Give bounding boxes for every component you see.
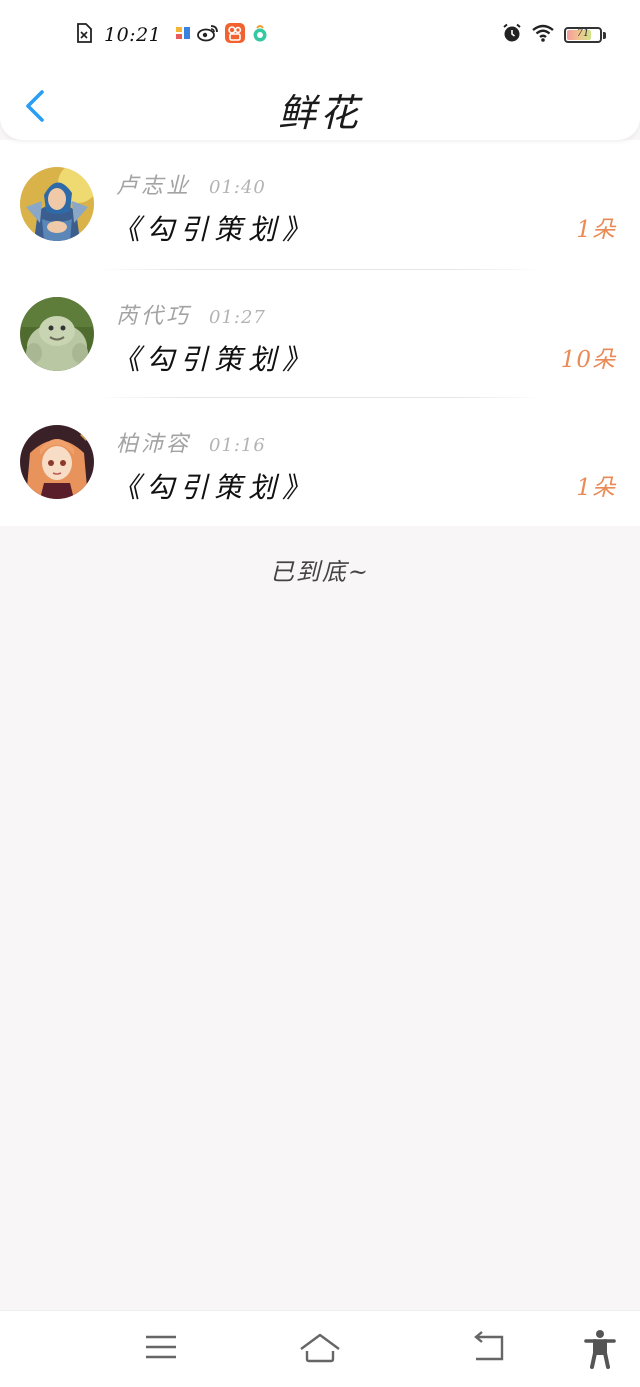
- list-item[interactable]: 芮代巧 01:27 《勾引策划》 10朵: [0, 270, 640, 398]
- item-title: 《勾引策划》: [112, 471, 317, 504]
- flower-count: 10朵: [560, 347, 616, 373]
- app-header: 10:21 71 鲜花: [0, 0, 640, 140]
- flower-list: 卢志业 01:40 《勾引策划》 1朵 芮代巧 01:27 《勾引策划》 10朵…: [0, 140, 640, 526]
- status-bar-right: 71: [502, 23, 606, 47]
- flower-count: 1朵: [576, 217, 616, 243]
- item-time: 01:40: [209, 177, 266, 198]
- pinduoduo-icon: [251, 23, 269, 47]
- battery-level-text: 71: [576, 28, 590, 39]
- sender-name: 柏沛容: [116, 432, 192, 457]
- avatar-anime-girl[interactable]: [20, 425, 94, 499]
- item-time: 01:27: [209, 307, 266, 328]
- item-title: 《勾引策划》: [112, 213, 317, 246]
- system-nav-bar: [0, 1310, 640, 1387]
- status-bar-left: 10:21: [76, 23, 269, 47]
- back-icon: [474, 1331, 504, 1361]
- list-item[interactable]: 卢志业 01:40 《勾引策划》 1朵: [0, 140, 640, 270]
- wifi-icon: [532, 24, 554, 46]
- page-title: 鲜花: [277, 91, 362, 135]
- sender-name: 卢志业: [116, 174, 192, 199]
- item-title: 《勾引策划》: [112, 343, 317, 376]
- kuaishou-icon: [225, 23, 246, 47]
- sender-name: 芮代巧: [116, 304, 192, 329]
- item-meta: 柏沛容 01:16: [116, 426, 266, 458]
- weibo-icon: [197, 24, 219, 46]
- menu-icon: [146, 1335, 176, 1359]
- item-meta: 卢志业 01:40: [116, 168, 266, 200]
- alarm-icon: [502, 23, 522, 47]
- item-meta: 芮代巧 01:27: [116, 298, 266, 330]
- avatar-warrior[interactable]: [20, 167, 94, 241]
- end-of-list-text: 已到底~: [269, 558, 371, 586]
- flower-count: 1朵: [576, 475, 616, 501]
- sim-icon: [76, 23, 92, 47]
- accessibility-icon: [584, 1330, 616, 1369]
- home-icon: [300, 1333, 340, 1363]
- list-item[interactable]: 柏沛容 01:16 《勾引策划》 1朵: [0, 398, 640, 526]
- back-nav-button[interactable]: [466, 1329, 510, 1369]
- home-button[interactable]: [298, 1329, 342, 1369]
- item-time: 01:16: [209, 435, 266, 456]
- status-bar: 10:21 71: [0, 18, 640, 52]
- battery-cap: [603, 31, 606, 39]
- battery-icon: 71: [564, 27, 602, 43]
- avatar-ogre[interactable]: [20, 297, 94, 371]
- accessibility-button[interactable]: [578, 1329, 622, 1369]
- app-icon: [175, 25, 191, 45]
- menu-button[interactable]: [138, 1329, 182, 1369]
- status-time: 10:21: [104, 24, 162, 46]
